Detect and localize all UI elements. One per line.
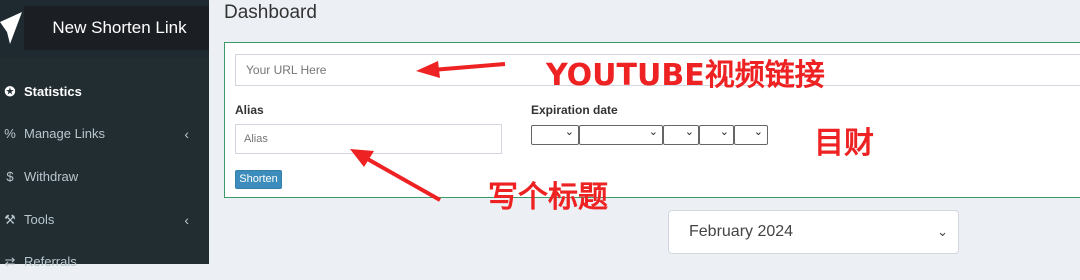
dashboard-icon: ✪: [4, 84, 16, 99]
expiration-date-label: Expiration date: [531, 103, 618, 117]
chevron-down-icon: ⌄: [719, 126, 729, 138]
sidebar-item-label: Manage Links: [24, 126, 105, 141]
sidebar-item-withdraw[interactable]: $ Withdraw: [0, 159, 209, 195]
dollar-icon: $: [6, 169, 14, 184]
wrench-icon: ⚒: [4, 212, 16, 227]
month-select[interactable]: February 2024 ⌄: [668, 210, 959, 254]
sidebar-item-tools[interactable]: ⚒ Tools ‹: [0, 202, 209, 238]
link-icon: %: [4, 126, 16, 141]
chevron-down-icon: ⌄: [937, 224, 948, 239]
exchange-icon: ⇄: [4, 254, 16, 269]
annotation-title-hint: 写个标题: [488, 180, 608, 215]
expiration-year-select[interactable]: ⌄: [531, 125, 579, 145]
chevron-left-icon: ‹: [184, 212, 189, 228]
sidebar-item-label: Referrals: [24, 254, 77, 269]
sidebar-item-statistics[interactable]: ✪ Statistics: [0, 74, 209, 110]
sidebar-item-label: Statistics: [24, 84, 82, 99]
expiration-month-select[interactable]: ⌄: [579, 125, 663, 145]
logo-area: New Shorten Link: [0, 0, 209, 58]
chevron-down-icon: ⌄: [564, 126, 574, 138]
chevron-down-icon: ⌄: [684, 126, 694, 138]
shorten-button[interactable]: Shorten: [235, 170, 282, 189]
sidebar: New Shorten Link ✪ Statistics % Manage L…: [0, 0, 209, 269]
new-shorten-link-button[interactable]: New Shorten Link: [24, 6, 209, 50]
sidebar-item-label: Tools: [24, 212, 55, 227]
annotation-target: 目财: [814, 126, 874, 161]
expiration-day-select[interactable]: ⌄: [663, 125, 699, 145]
sidebar-item-referrals[interactable]: ⇄ Referrals: [0, 244, 209, 280]
paper-plane-icon: [0, 12, 22, 44]
alias-input[interactable]: [235, 124, 502, 154]
expiration-minute-select[interactable]: ⌄: [734, 125, 768, 145]
alias-label: Alias: [235, 103, 264, 117]
annotation-youtube-link: YOUTUBE视频链接: [546, 58, 825, 93]
sidebar-item-manage-links[interactable]: % Manage Links ‹: [0, 116, 209, 152]
month-select-value: February 2024: [689, 223, 794, 240]
chevron-down-icon: ⌄: [753, 126, 763, 138]
chevron-left-icon: ‹: [184, 126, 189, 142]
sidebar-item-label: Withdraw: [24, 169, 79, 184]
page-title: Dashboard: [224, 2, 317, 23]
chevron-down-icon: ⌄: [648, 126, 658, 138]
expiration-hour-select[interactable]: ⌄: [699, 125, 734, 145]
